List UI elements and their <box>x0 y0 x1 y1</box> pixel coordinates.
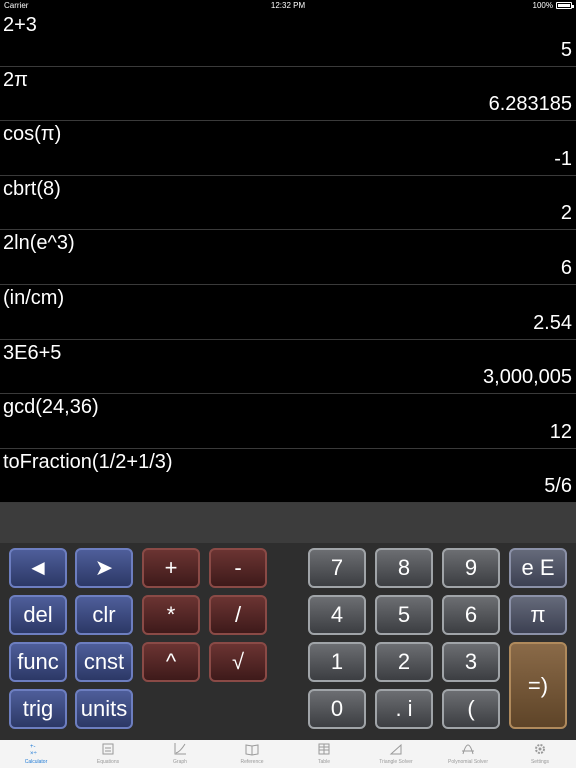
zero-button[interactable]: 0 <box>308 689 366 729</box>
history-entry[interactable]: 2+3 5 <box>0 12 576 67</box>
calculation-history[interactable]: 2+3 5 2π 6.283185 cos(π) -1 cbrt(8) 2 2l… <box>0 12 576 504</box>
history-entry[interactable]: 3E6+5 3,000,005 <box>0 340 576 395</box>
units-button[interactable]: units <box>75 689 133 729</box>
six-button[interactable]: 6 <box>442 595 500 635</box>
battery-status: 100% <box>532 1 574 10</box>
exponent-button[interactable]: e E <box>509 548 567 588</box>
nine-button[interactable]: 9 <box>442 548 500 588</box>
triangle-icon <box>389 743 402 755</box>
history-result: 3,000,005 <box>483 366 572 389</box>
history-expression: 2ln(e^3) <box>3 232 75 255</box>
cnst-button[interactable]: cnst <box>75 642 133 682</box>
tab-label: Polynomial Solver <box>447 759 489 765</box>
history-result: 6 <box>560 256 572 279</box>
history-result: 2.54 <box>533 311 572 334</box>
history-result: 5/6 <box>544 475 572 498</box>
history-expression: gcd(24,36) <box>3 396 99 419</box>
history-result: 2 <box>560 202 572 225</box>
svg-text:+-: +- <box>30 744 36 750</box>
calculator-icon: +- ×÷ <box>30 744 38 756</box>
tab-graph[interactable]: Graph <box>144 740 216 768</box>
history-entry[interactable]: cbrt(8) 2 <box>0 176 576 231</box>
tab-calculator[interactable]: +- ×÷ Calculator <box>0 740 72 768</box>
eight-button[interactable]: 8 <box>375 548 433 588</box>
polynomial-icon <box>462 744 474 755</box>
one-button[interactable]: 1 <box>308 642 366 682</box>
three-button[interactable]: 3 <box>442 642 500 682</box>
tab-label: Equations <box>96 759 120 765</box>
tab-label: Table <box>318 759 330 765</box>
minus-button[interactable]: - <box>209 548 267 588</box>
history-entry[interactable]: 2ln(e^3) 6 <box>0 230 576 285</box>
sqrt-button[interactable]: √ <box>209 642 267 682</box>
graph-icon <box>174 743 186 755</box>
battery-icon <box>556 2 574 9</box>
tab-settings[interactable]: Settings <box>504 740 576 768</box>
history-expression: toFraction(1/2+1/3) <box>3 450 173 473</box>
seven-button[interactable]: 7 <box>308 548 366 588</box>
tab-label: Calculator <box>24 759 48 765</box>
history-entry[interactable]: toFraction(1/2+1/3) 5/6 <box>0 449 576 504</box>
history-result: 12 <box>549 420 572 443</box>
plus-button[interactable]: + <box>142 548 200 588</box>
divide-button[interactable]: / <box>209 595 267 635</box>
history-result: 6.283185 <box>488 93 572 116</box>
tab-label: Graph <box>173 759 187 765</box>
battery-percent: 100% <box>532 1 553 10</box>
trig-button[interactable]: trig <box>9 689 67 729</box>
history-expression: 2π <box>3 68 28 91</box>
four-button[interactable]: 4 <box>308 595 366 635</box>
history-expression: cos(π) <box>3 123 62 146</box>
history-expression: 3E6+5 <box>3 341 62 364</box>
equals-button[interactable]: =) <box>509 642 567 729</box>
history-result: 5 <box>560 38 572 61</box>
five-button[interactable]: 5 <box>375 595 433 635</box>
decimal-imaginary-button[interactable]: . i <box>375 689 433 729</box>
cursor-left-button[interactable]: ◄ <box>9 548 67 588</box>
table-icon <box>318 743 330 755</box>
pi-button[interactable]: π <box>509 595 567 635</box>
tab-equations[interactable]: Equations <box>72 740 144 768</box>
keypad: ◄ ➤ + - 7 8 9 e E del clr * / 4 5 6 π fu… <box>0 543 576 740</box>
expression-input[interactable] <box>0 503 576 543</box>
history-expression: (in/cm) <box>3 286 65 309</box>
history-expression: cbrt(8) <box>3 177 61 200</box>
two-button[interactable]: 2 <box>375 642 433 682</box>
history-entry[interactable]: 2π 6.283185 <box>0 67 576 122</box>
tab-label: Settings <box>530 759 550 765</box>
func-button[interactable]: func <box>9 642 67 682</box>
tab-bar: +- ×÷ Calculator Equations Graph Referen… <box>0 740 576 768</box>
gear-icon <box>535 744 545 754</box>
history-entry[interactable]: gcd(24,36) 12 <box>0 394 576 449</box>
status-time: 12:32 PM <box>270 1 306 10</box>
history-expression: 2+3 <box>3 14 37 36</box>
power-button[interactable]: ^ <box>142 642 200 682</box>
cursor-right-button[interactable]: ➤ <box>75 548 133 588</box>
tab-label: Triangle Solver <box>379 759 413 765</box>
history-entry[interactable]: (in/cm) 2.54 <box>0 285 576 340</box>
book-icon <box>245 744 259 756</box>
equations-icon <box>102 743 114 755</box>
tab-reference[interactable]: Reference <box>216 740 288 768</box>
status-bar: Carrier 12:32 PM 100% <box>0 0 576 12</box>
history-result: -1 <box>554 147 572 170</box>
parenthesis-button[interactable]: ( <box>442 689 500 729</box>
multiply-button[interactable]: * <box>142 595 200 635</box>
history-entry[interactable]: cos(π) -1 <box>0 121 576 176</box>
tab-table[interactable]: Table <box>288 740 360 768</box>
svg-text:×÷: ×÷ <box>30 751 38 756</box>
tab-label: Reference <box>240 759 264 765</box>
tab-polynomial-solver[interactable]: Polynomial Solver <box>432 740 504 768</box>
delete-button[interactable]: del <box>9 595 67 635</box>
tab-triangle-solver[interactable]: Triangle Solver <box>360 740 432 768</box>
clear-button[interactable]: clr <box>75 595 133 635</box>
